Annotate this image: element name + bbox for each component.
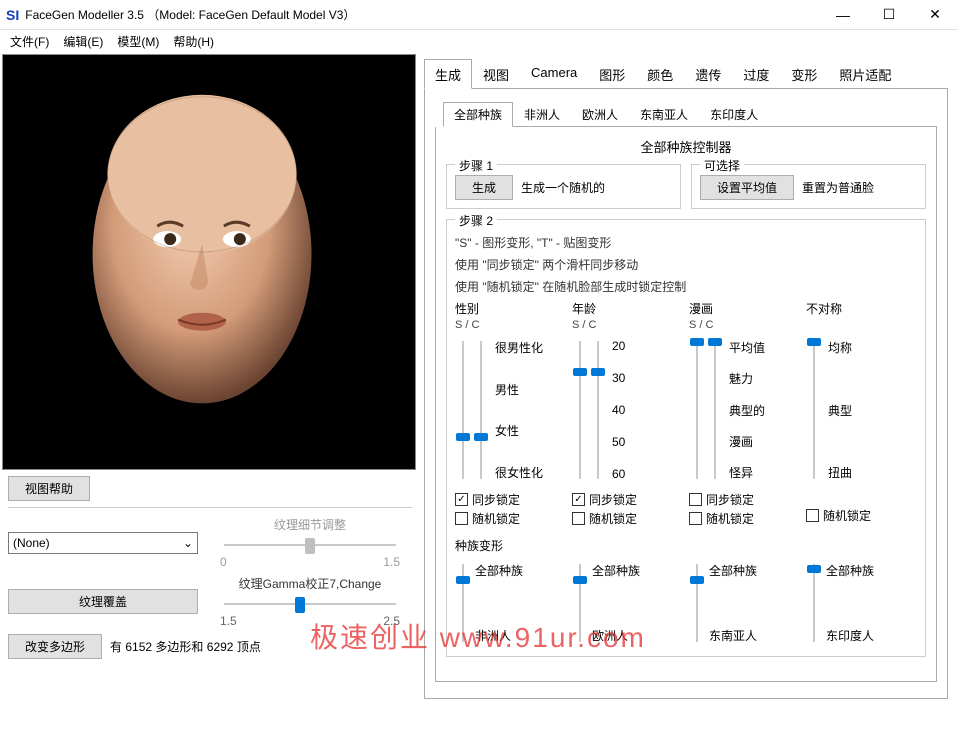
menu-help[interactable]: 帮助(H)	[167, 31, 220, 52]
maximize-button[interactable]: ☐	[866, 0, 912, 30]
reset-desc: 重置为普通脸	[802, 179, 874, 196]
age-random-lock[interactable]: 随机锁定	[572, 510, 683, 527]
gender-slider-c[interactable]	[473, 335, 489, 485]
view-help-button[interactable]: 视图帮助	[8, 476, 90, 501]
generate-button[interactable]: 生成	[455, 175, 513, 200]
set-average-button[interactable]: 设置平均值	[700, 175, 794, 200]
subtab-european[interactable]: 欧洲人	[571, 102, 629, 127]
cartoon-random-lock[interactable]: 随机锁定	[689, 510, 800, 527]
cartoon-sync-lock[interactable]: 同步锁定	[689, 491, 800, 508]
step2-info2: 使用 "同步锁定" 两个滑杆同步移动	[455, 256, 917, 274]
race-slider-e-indian[interactable]	[806, 558, 822, 648]
texture-override-button[interactable]: 纹理覆盖	[8, 589, 198, 614]
asym-random-lock[interactable]: 随机锁定	[806, 507, 917, 524]
menu-bar: 文件(F) 编辑(E) 模型(M) 帮助(H)	[0, 30, 958, 52]
texture-select[interactable]: (None) ⌄	[8, 532, 198, 554]
minimize-button[interactable]: ―	[820, 0, 866, 30]
texture-detail-label: 纹理细节调整	[208, 516, 412, 533]
cartoon-slider-s[interactable]	[689, 335, 705, 485]
tab-shape[interactable]: 图形	[588, 59, 636, 89]
step2-info3: 使用 "随机锁定" 在随机脸部生成时锁定控制	[455, 278, 917, 296]
cartoon-slider-c[interactable]	[707, 335, 723, 485]
subtab-all-races[interactable]: 全部种族	[443, 102, 513, 127]
tab-camera[interactable]: Camera	[520, 59, 588, 89]
tab-generate[interactable]: 生成	[424, 59, 472, 89]
gender-sync-lock[interactable]: ✓同步锁定	[455, 491, 566, 508]
menu-edit[interactable]: 编辑(E)	[57, 31, 109, 52]
3d-viewport[interactable]	[2, 54, 416, 470]
gender-random-lock[interactable]: 随机锁定	[455, 510, 566, 527]
group-step2: 步骤 2 "S" - 图形变形, "T" - 贴图变形 使用 "同步锁定" 两个…	[446, 219, 926, 657]
tab-morph[interactable]: 变形	[780, 59, 828, 89]
change-polygon-button[interactable]: 改变多边形	[8, 634, 102, 659]
generate-desc: 生成一个随机的	[521, 179, 605, 196]
group-step1: 步骤 1 生成 生成一个随机的	[446, 164, 681, 209]
age-slider-c[interactable]	[590, 335, 606, 485]
gender-slider-s[interactable]	[455, 335, 471, 485]
group-optional: 可选择 设置平均值 重置为普通脸	[691, 164, 926, 209]
tab-color[interactable]: 颜色	[636, 59, 684, 89]
menu-file[interactable]: 文件(F)	[4, 31, 55, 52]
age-sync-lock[interactable]: ✓同步锁定	[572, 491, 683, 508]
age-slider-s[interactable]	[572, 335, 588, 485]
race-slider-african[interactable]	[455, 558, 471, 648]
menu-model[interactable]: 模型(M)	[111, 31, 165, 52]
window-title: FaceGen Modeller 3.5 （Model: FaceGen Def…	[25, 6, 820, 23]
race-slider-se-asian[interactable]	[689, 558, 705, 648]
texture-select-value: (None)	[13, 536, 50, 550]
main-tabs: 生成 视图 Camera 图形 颜色 遗传 过度 变形 照片适配	[424, 58, 948, 89]
tab-genetic[interactable]: 遗传	[684, 59, 732, 89]
title-bar: SI FaceGen Modeller 3.5 （Model: FaceGen …	[0, 0, 958, 30]
gamma-slider[interactable]	[208, 594, 412, 614]
texture-detail-slider[interactable]	[208, 535, 412, 555]
gamma-label: 纹理Gamma校正7,Change	[208, 575, 412, 592]
tab-view[interactable]: 视图	[472, 59, 520, 89]
tab-photo-fit[interactable]: 照片适配	[828, 59, 902, 89]
race-subtabs: 全部种族 非洲人 欧洲人 东南亚人 东印度人	[443, 101, 937, 127]
subtab-e-indian[interactable]: 东印度人	[699, 102, 769, 127]
step2-info1: "S" - 图形变形, "T" - 贴图变形	[455, 234, 917, 252]
close-button[interactable]: ✕	[912, 0, 958, 30]
subtab-african[interactable]: 非洲人	[513, 102, 571, 127]
asym-slider[interactable]	[806, 335, 822, 485]
race-morph-title: 种族变形	[455, 537, 917, 554]
polygon-info: 有 6152 多边形和 6292 顶点	[110, 638, 261, 655]
race-slider-european[interactable]	[572, 558, 588, 648]
app-icon: SI	[6, 7, 19, 23]
section-title: 全部种族控制器	[444, 137, 928, 156]
chevron-down-icon: ⌄	[183, 536, 193, 550]
tab-tween[interactable]: 过度	[732, 59, 780, 89]
subtab-se-asian[interactable]: 东南亚人	[629, 102, 699, 127]
